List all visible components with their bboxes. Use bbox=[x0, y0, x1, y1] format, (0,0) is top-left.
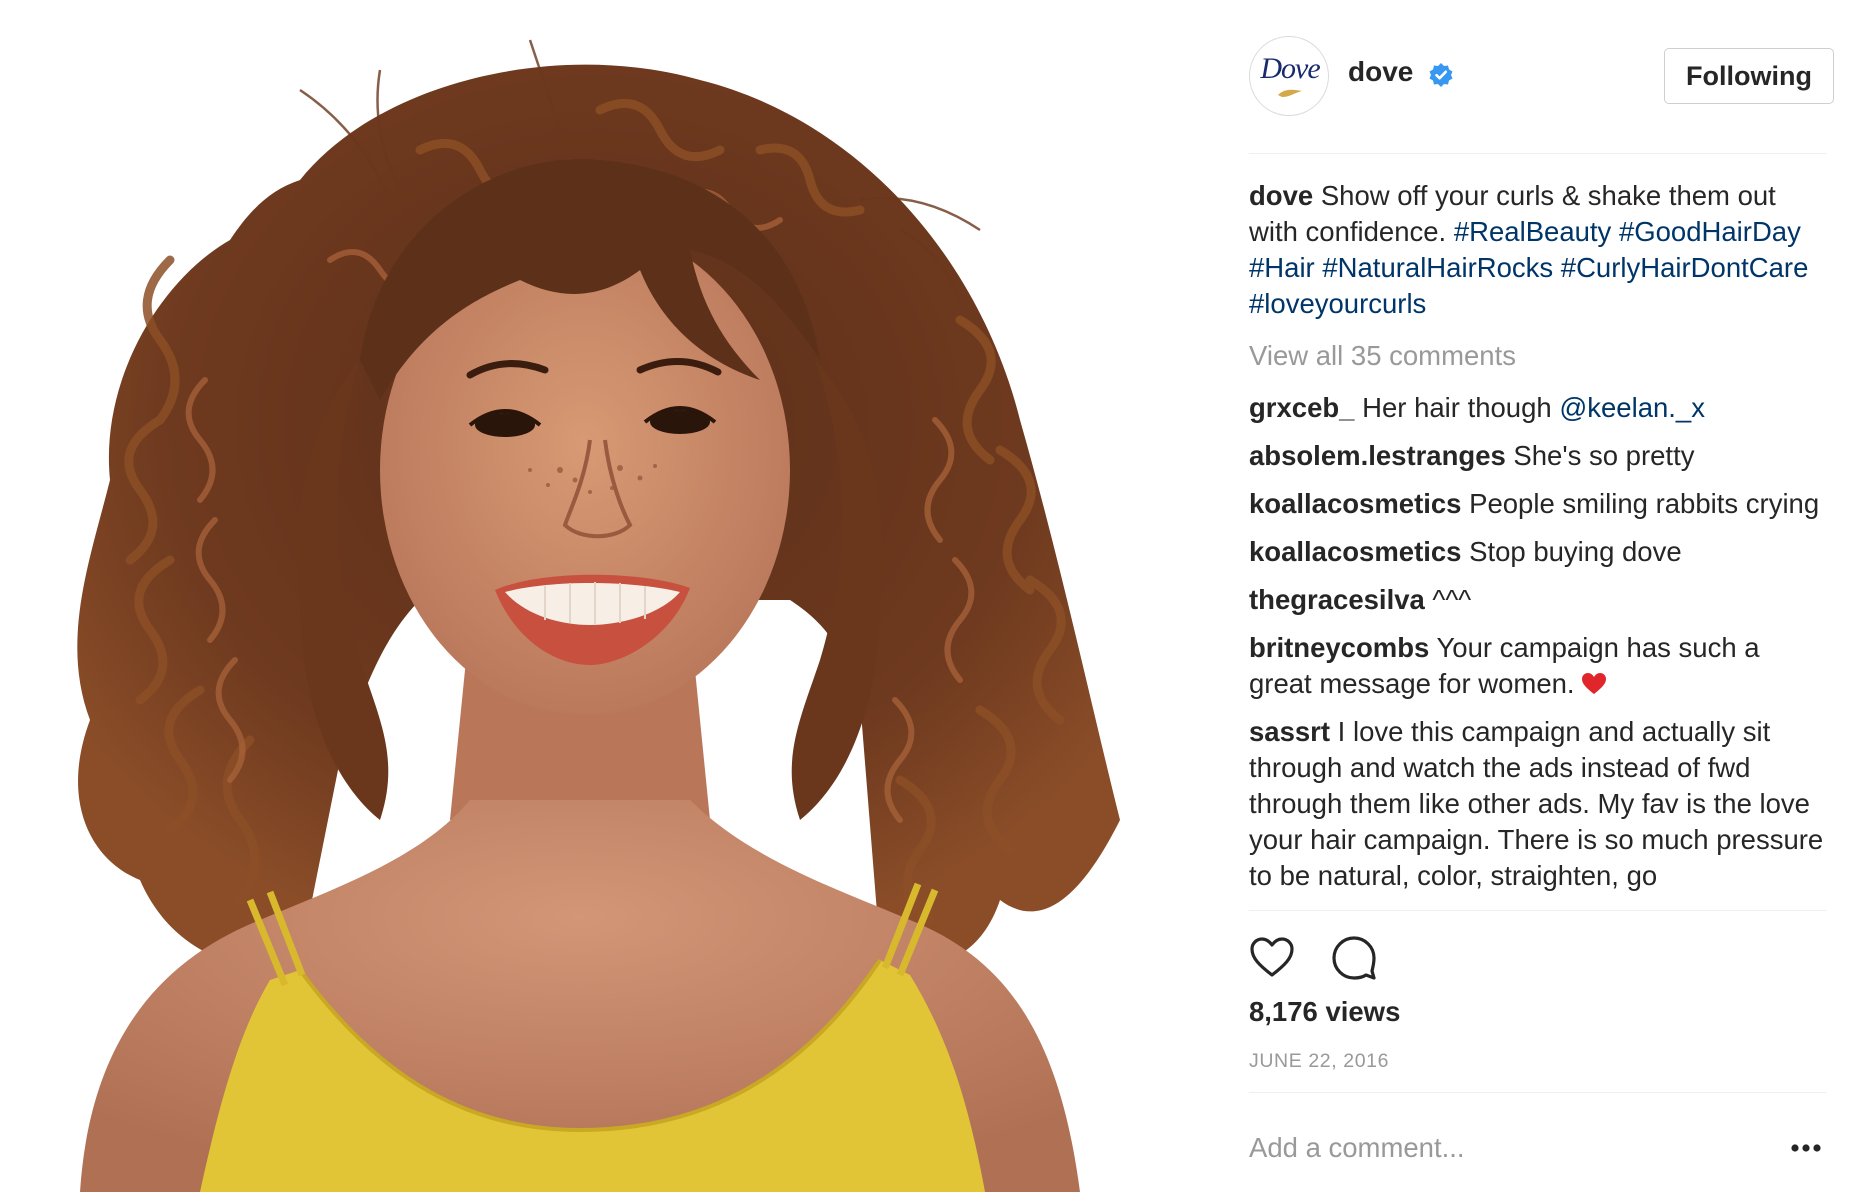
comment-item: thegracesilva ^^^ bbox=[1249, 582, 1826, 618]
comment-text: Stop buying dove bbox=[1461, 536, 1682, 567]
post-caption: dove Show off your curls & shake them ou… bbox=[1249, 178, 1826, 322]
comment-username[interactable]: sassrt bbox=[1249, 716, 1330, 747]
more-options-icon[interactable] bbox=[1786, 1132, 1826, 1164]
header-divider bbox=[1249, 153, 1826, 154]
comment-item: koallacosmetics Stop buying dove bbox=[1249, 534, 1826, 570]
comments-list[interactable]: dove Show off your curls & shake them ou… bbox=[1249, 178, 1826, 908]
comment-text: She's so pretty bbox=[1505, 440, 1695, 471]
comment-text: ^^^ bbox=[1424, 584, 1472, 615]
hashtag-link[interactable]: #RealBeauty bbox=[1454, 216, 1611, 247]
hashtag-link[interactable]: #NaturalHairRocks bbox=[1322, 252, 1553, 283]
comment-item: absolem.lestranges She's so pretty bbox=[1249, 438, 1826, 474]
comment-item: britneycombs Your campaign has such a gr… bbox=[1249, 630, 1826, 702]
heart-outline-icon[interactable] bbox=[1249, 935, 1295, 981]
footer-divider bbox=[1249, 1092, 1826, 1093]
comment-text: I love this campaign and actually sit th… bbox=[1249, 716, 1824, 891]
comment-item: koallacosmetics People smiling rabbits c… bbox=[1249, 486, 1826, 522]
hashtag-link[interactable]: #GoodHairDay bbox=[1619, 216, 1801, 247]
red-heart-emoji-icon bbox=[1581, 673, 1606, 694]
comment-username[interactable]: thegracesilva bbox=[1249, 584, 1425, 615]
portrait-illustration bbox=[77, 39, 1121, 1192]
comment-item: sassrt I love this campaign and actually… bbox=[1249, 714, 1826, 894]
comment-username[interactable]: britneycombs bbox=[1249, 632, 1429, 663]
hashtag-link[interactable]: #Hair bbox=[1249, 252, 1315, 283]
hashtag-link[interactable]: #loveyourcurls bbox=[1249, 288, 1426, 319]
comment-username[interactable]: koallacosmetics bbox=[1249, 488, 1461, 519]
mention-link[interactable]: @keelan._x bbox=[1559, 392, 1705, 423]
post-header: Dove dove Following bbox=[1249, 36, 1834, 116]
dove-bird-logo-icon bbox=[1278, 89, 1302, 97]
post-author-username[interactable]: dove bbox=[1348, 56, 1413, 88]
comment-username[interactable]: absolem.lestranges bbox=[1249, 440, 1506, 471]
comment-item: grxceb_ Her hair though @keelan._x bbox=[1249, 390, 1826, 426]
add-comment-input[interactable] bbox=[1249, 1128, 1769, 1168]
post-date[interactable]: JUNE 22, 2016 bbox=[1249, 1050, 1389, 1073]
comment-text: Her hair though bbox=[1354, 392, 1560, 423]
comments-divider bbox=[1249, 910, 1826, 911]
comment-username[interactable]: koallacosmetics bbox=[1249, 536, 1461, 567]
post-image[interactable] bbox=[0, 0, 1218, 1192]
comment-text: People smiling rabbits crying bbox=[1461, 488, 1820, 519]
post-details-panel: Dove dove Following dove Show off your c… bbox=[1249, 0, 1834, 1192]
view-all-comments-link[interactable]: View all 35 comments bbox=[1249, 338, 1826, 374]
comment-bubble-icon[interactable] bbox=[1331, 935, 1377, 981]
caption-username[interactable]: dove bbox=[1249, 180, 1313, 211]
verified-badge-icon bbox=[1429, 63, 1453, 87]
view-count[interactable]: 8,176 views bbox=[1249, 996, 1400, 1028]
following-button[interactable]: Following bbox=[1664, 48, 1834, 104]
avatar-logo-text: Dove bbox=[1260, 52, 1320, 85]
avatar[interactable]: Dove bbox=[1249, 36, 1329, 116]
comment-username[interactable]: grxceb_ bbox=[1249, 392, 1354, 423]
post-actions-bar bbox=[1249, 935, 1826, 981]
hashtag-link[interactable]: #CurlyHairDontCare bbox=[1561, 252, 1809, 283]
